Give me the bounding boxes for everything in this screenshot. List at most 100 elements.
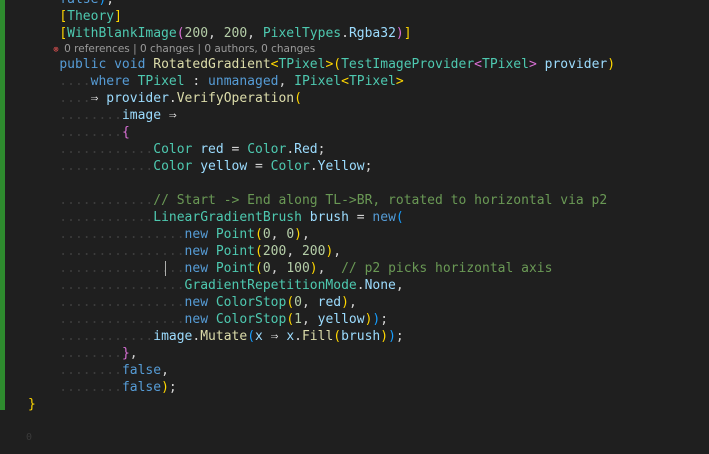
code-token: 0 (262, 261, 271, 276)
code-token: . (356, 278, 365, 293)
code-line[interactable]: ....⇒ provider.VerifyOperation( (28, 90, 615, 107)
code-token: ColorStop (215, 312, 287, 327)
code-token: Color (153, 142, 201, 157)
code-line[interactable]: ............LinearGradientBrush brush = … (28, 209, 615, 226)
code-line[interactable]: ........image ⇒ (28, 107, 615, 124)
code-editor[interactable]: false); [Theory] [WithBlankImage(200, 20… (28, 0, 615, 413)
indent-guide: ............ (90, 278, 185, 293)
error-icon: ⊗ (53, 45, 65, 55)
code-token: , (129, 346, 138, 361)
code-line[interactable]: ................new ColorStop(1, yellow)… (28, 311, 615, 328)
code-token: ) (395, 26, 404, 41)
code-token: new (184, 244, 216, 259)
code-token: ( (333, 57, 342, 72)
code-token: new (372, 210, 396, 225)
code-token: 0 (262, 227, 271, 242)
code-token: ; (317, 142, 326, 157)
code-token: provider (544, 57, 608, 72)
code-line[interactable]: } (28, 396, 615, 413)
indent-guide: ........ (90, 142, 154, 157)
code-token: 200 (184, 26, 209, 41)
code-line[interactable]: ........}, (28, 345, 615, 362)
code-line[interactable]: ................GradientRepetitionMode.N… (28, 277, 615, 294)
code-token: Mutate (200, 329, 248, 344)
indent-guide (28, 26, 59, 41)
code-token: , (270, 227, 287, 242)
code-token: Theory (67, 9, 115, 24)
code-token: ( (247, 329, 256, 344)
code-token: ( (255, 261, 263, 276)
code-token: Color (247, 142, 287, 157)
code-line[interactable]: [Theory] (28, 8, 615, 25)
code-token: new (184, 312, 216, 327)
code-token: new (184, 295, 216, 310)
code-line[interactable] (28, 175, 615, 192)
code-token: . (341, 26, 349, 41)
code-token: ( (176, 26, 185, 41)
code-token: image (153, 329, 193, 344)
code-token: . (309, 159, 318, 174)
code-line[interactable]: ................new ColorStop(0, red), (28, 294, 615, 311)
code-token: 0 (286, 227, 295, 242)
code-token: ) (607, 57, 616, 72)
code-line[interactable]: [WithBlankImage(200, 200, PixelTypes.Rgb… (28, 25, 615, 42)
indent-guide (28, 9, 59, 24)
indent-guide: .... (28, 244, 91, 259)
code-token: , (301, 295, 318, 310)
code-token: TPixel (137, 74, 193, 89)
code-token: , (317, 261, 342, 276)
code-token: unmanaged (208, 74, 279, 89)
indent-guide: .... (28, 193, 91, 208)
code-token: 200 (262, 244, 287, 259)
code-token: brush (341, 329, 381, 344)
code-line[interactable]: ............image.Mutate(x ⇒ x.Fill(brus… (28, 328, 615, 345)
code-line[interactable]: ........false, (28, 362, 615, 379)
code-token: ( (333, 329, 342, 344)
code-token: Color (270, 159, 310, 174)
code-token: ; (364, 159, 373, 174)
code-token: { (121, 125, 130, 140)
code-token: 0 (294, 295, 302, 310)
code-token: TPixel (278, 57, 326, 72)
code-line[interactable]: ............// Start -> End along TL->BR… (28, 192, 615, 209)
code-token: PixelTypes (262, 26, 342, 41)
code-token: , (270, 261, 287, 276)
code-line[interactable]: ................new Point(0, 0), (28, 226, 615, 243)
code-token: ( (286, 295, 295, 310)
indent-guide: .... (28, 210, 91, 225)
indent-guide: .... (90, 363, 122, 378)
code-line[interactable]: ................new Point(200, 200), (28, 243, 615, 260)
text-caret (165, 261, 166, 276)
code-line[interactable]: public void RotatedGradient<TPixel>(Test… (28, 56, 615, 73)
code-token: ) (388, 329, 396, 344)
code-token: , (301, 227, 310, 242)
code-token: ; (380, 312, 389, 327)
indent-guide: .... (28, 380, 91, 395)
code-token: x (255, 329, 271, 344)
code-token: , (247, 26, 263, 41)
codelens-row[interactable]: ⊗ 0 references | 0 changes | 0 authors, … (28, 42, 615, 56)
code-token: , (278, 74, 295, 89)
code-line[interactable]: ........false); (28, 379, 615, 396)
code-line[interactable]: ....where TPixel : unmanaged, IPixel<TPi… (28, 73, 615, 90)
code-token: Red (294, 142, 318, 157)
code-token: ) (341, 295, 349, 310)
code-line[interactable]: ................new Point(0, 100), // p2… (28, 260, 615, 277)
code-line[interactable]: ............Color red = Color.Red; (28, 141, 615, 158)
code-token: Point (215, 227, 255, 242)
indent-guide: .... (28, 91, 91, 106)
code-token: RotatedGradient (153, 57, 271, 72)
code-token: WithBlankImage (67, 26, 177, 41)
code-token: red (317, 295, 342, 310)
code-token: // p2 picks horizontal axis (341, 261, 553, 276)
code-line[interactable]: ........{ (28, 124, 615, 141)
code-token: ( (255, 227, 263, 242)
indent-guide: ............ (90, 261, 185, 276)
code-token: [ (59, 9, 68, 24)
code-token: Point (215, 261, 255, 276)
code-token: , (301, 312, 318, 327)
code-token: , (395, 278, 404, 293)
indent-guide: .... (90, 125, 122, 140)
code-line[interactable]: ............Color yellow = Color.Yellow; (28, 158, 615, 175)
code-line[interactable]: false); (28, 0, 615, 8)
